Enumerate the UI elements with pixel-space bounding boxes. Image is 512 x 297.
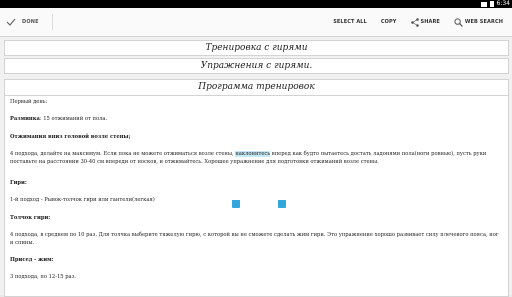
share-button[interactable]: SHARE <box>404 13 447 31</box>
battery-icon <box>489 1 494 7</box>
clean-heading-text: Толчок гири: <box>10 214 51 221</box>
wifi-icon <box>480 1 487 7</box>
section-panel[interactable]: Тренировка с гирями <box>4 40 509 56</box>
weights-heading-text: Гири: <box>10 180 27 187</box>
share-label: SHARE <box>420 19 440 25</box>
selection-handle-start[interactable] <box>232 200 240 208</box>
selection-handle-end[interactable] <box>278 200 286 208</box>
warmup-label: Разминка <box>10 116 40 123</box>
select-all-label: SELECT ALL <box>333 19 367 25</box>
select-all-button[interactable]: SELECT ALL <box>326 13 374 31</box>
divider <box>52 14 53 30</box>
pushups-paragraph: 4 подхода, делайте на максимум. Если пок… <box>10 151 503 166</box>
action-buttons: SELECT ALL COPY SHARE WEB SEARCH <box>326 13 510 31</box>
warmup-text: : 15 отжиманий от пола. <box>39 116 108 123</box>
pushups-text-a: 4 подхода, делайте на максимум. Если пок… <box>10 151 236 158</box>
pushups-heading-text: Отжимания вниз головой возле стены; <box>10 133 131 140</box>
section-panel-expanded: Программа тренировок Первый день: Размин… <box>4 79 509 297</box>
selection-action-bar: DONE SELECT ALL COPY SHARE WEB SEARCH <box>0 8 512 37</box>
pushups-heading: Отжимания вниз головой возле стены; <box>10 134 503 141</box>
web-search-button[interactable]: WEB SEARCH <box>447 13 510 31</box>
status-bar: 6:34 <box>0 0 512 8</box>
clean-paragraph: 4 подхода, в среднем по 10 раз. Для толч… <box>10 232 499 246</box>
warmup-paragraph: Разминка: 15 отжиманий от пола. <box>10 116 503 123</box>
squat-heading-text: Присед - жим: <box>10 257 54 264</box>
section-panel[interactable]: Упражнения с гирями. <box>4 58 509 74</box>
done-button[interactable]: DONE <box>6 13 39 31</box>
status-time: 6:34 <box>496 0 510 7</box>
squat-heading: Присед - жим: <box>10 257 503 264</box>
share-icon <box>410 17 419 27</box>
weights-paragraph: 1-й подход - Рывок-толчок гири или ганте… <box>10 197 155 204</box>
day-label: Первый день: <box>10 99 48 105</box>
done-label: DONE <box>22 19 39 25</box>
section-title: Тренировка с гирями <box>205 43 308 53</box>
copy-button[interactable]: COPY <box>374 13 404 31</box>
selected-text[interactable]: наклонитесь <box>235 151 271 158</box>
section-title[interactable]: Программа тренировок <box>5 80 508 96</box>
search-icon <box>454 17 463 27</box>
copy-label: COPY <box>380 19 397 25</box>
clean-heading: Толчок гири: <box>10 215 503 222</box>
section-title: Упражнения с гирями. <box>200 61 313 71</box>
weights-heading: Гири: <box>10 180 503 187</box>
checkmark-icon <box>6 18 16 26</box>
article-body: Первый день: Разминка: 15 отжиманий от п… <box>5 96 508 282</box>
status-icons: 6:34 <box>480 0 510 8</box>
squat-paragraph: 3 подхода, по 12-15 раз. <box>10 274 77 281</box>
web-search-label: WEB SEARCH <box>464 19 503 25</box>
